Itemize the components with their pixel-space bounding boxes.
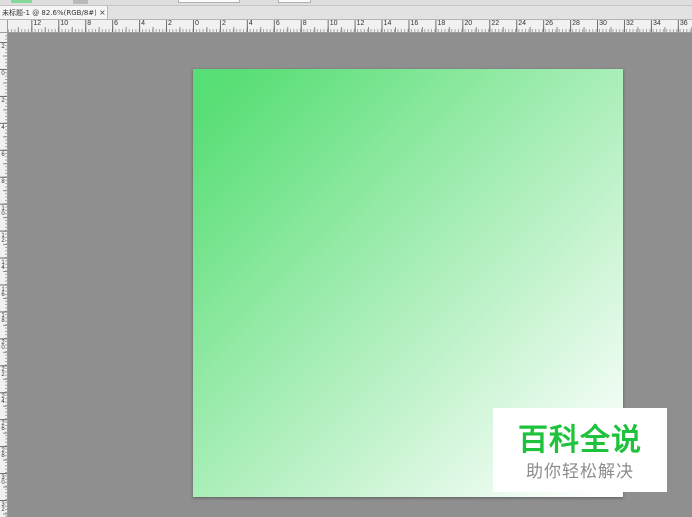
vertical-ruler-label: 8 [0, 178, 6, 184]
vertical-ruler-label: 20 [0, 340, 6, 351]
horizontal-ruler-label: 6 [275, 20, 280, 27]
horizontal-ruler-label: 2 [221, 20, 226, 27]
vertical-ruler-label: 28 [0, 448, 6, 459]
document-tab-title: 未标题-1 @ 82.6%(RGB/8#) * [2, 8, 96, 17]
photoshop-window: 未标题-1 @ 82.6%(RGB/8#) * × 12 10 8 6 4 2 0 2 4 6 8 1… [0, 0, 692, 517]
horizontal-ruler-label: 8 [87, 20, 92, 27]
horizontal-ruler-label: 22 [491, 20, 500, 27]
horizontal-ruler-label: 6 [114, 20, 119, 27]
vertical-ruler-label: 2 [0, 97, 6, 103]
vertical-ruler-label: 4 [0, 124, 6, 130]
horizontal-ruler-label: 12 [33, 20, 42, 27]
horizontal-ruler-label: 16 [410, 20, 419, 27]
vertical-ruler-label: 12 [0, 232, 6, 243]
vertical-ruler-label: 16 [0, 286, 6, 297]
vertical-ruler-label: 6 [0, 151, 6, 157]
horizontal-ruler-label: 2 [168, 20, 172, 27]
vertical-ruler-label: 30 [0, 475, 6, 486]
horizontal-ruler-label: 4 [141, 20, 146, 27]
vertical-ruler-label: 22 [0, 367, 6, 378]
options-bar-button[interactable] [73, 0, 88, 4]
horizontal-ruler-label: 10 [329, 20, 338, 27]
watermark-logo: 百科全说 助你轻松解决 [493, 408, 667, 492]
options-bar-field[interactable] [178, 0, 240, 3]
document-tab[interactable]: 未标题-1 @ 82.6%(RGB/8#) * × [0, 6, 108, 19]
horizontal-ruler-label: 24 [518, 20, 527, 27]
vertical-ruler-label: 32 [0, 502, 6, 513]
vertical-ruler-label: 0 [0, 71, 6, 76]
vertical-ruler[interactable]: 2 0 2 4 6 8 10 12 14 16 18 20 22 24 26 28 30 32 [0, 33, 8, 517]
horizontal-ruler-label: 18 [437, 20, 446, 27]
vertical-ruler-label: 2 [0, 44, 6, 50]
close-icon[interactable]: × [99, 8, 106, 17]
document-tab-bar: 未标题-1 @ 82.6%(RGB/8#) * × [0, 6, 692, 20]
horizontal-ruler-label: 36 [679, 20, 688, 27]
horizontal-ruler-label: 0 [195, 20, 199, 27]
horizontal-ruler-label: 26 [545, 20, 554, 27]
options-bar-field[interactable] [278, 0, 311, 3]
vertical-ruler-label: 24 [0, 394, 6, 405]
options-bar-tool-button[interactable] [11, 0, 32, 3]
ruler-origin-corner[interactable] [0, 20, 8, 33]
horizontal-ruler-label: 4 [248, 20, 253, 27]
horizontal-ruler[interactable]: 12 10 8 6 4 2 0 2 4 6 8 10 12 14 16 18 20 22 24 26 28 30 32 34 3… [0, 20, 692, 33]
horizontal-ruler-label: 32 [626, 20, 634, 27]
vertical-ruler-label: 26 [0, 421, 6, 432]
vertical-ruler-label: 14 [0, 259, 6, 270]
horizontal-ruler-label: 30 [599, 20, 607, 27]
vertical-ruler-label: 10 [0, 205, 6, 216]
vertical-ruler-label: 18 [0, 313, 6, 324]
watermark-title: 百科全说 [518, 423, 642, 458]
watermark-subtitle: 助你轻松解决 [526, 462, 634, 482]
horizontal-ruler-label: 8 [302, 20, 307, 27]
horizontal-ruler-label: 20 [464, 20, 473, 27]
horizontal-ruler-label: 10 [60, 20, 69, 27]
horizontal-ruler-label: 12 [356, 20, 365, 27]
horizontal-ruler-label: 34 [652, 20, 661, 27]
horizontal-ruler-label: 28 [572, 20, 580, 27]
horizontal-ruler-label: 14 [383, 20, 392, 27]
